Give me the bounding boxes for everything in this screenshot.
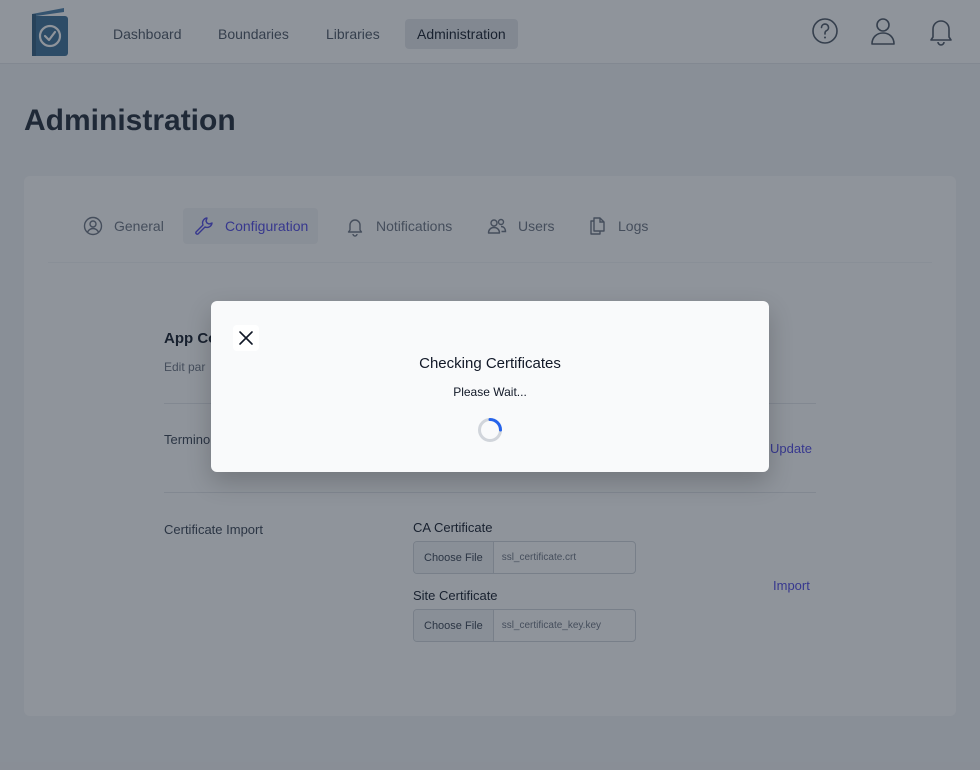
checking-certificates-modal: Checking Certificates Please Wait... <box>211 301 769 472</box>
modal-subtitle: Please Wait... <box>453 385 527 399</box>
loading-spinner-icon <box>478 418 502 442</box>
close-icon <box>239 331 253 345</box>
close-button[interactable] <box>233 325 259 351</box>
modal-title: Checking Certificates <box>419 355 561 372</box>
